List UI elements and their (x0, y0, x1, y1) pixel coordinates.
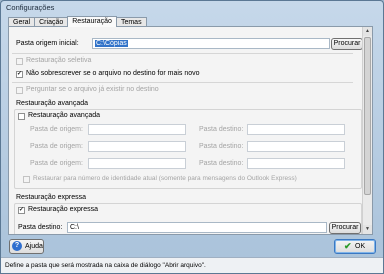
separator (12, 53, 353, 54)
scrollbar-thumb[interactable] (364, 37, 371, 195)
help-button-label: Ajuda (25, 243, 43, 250)
restore-identity-label: Restaurar para número de identidade atua… (33, 175, 297, 182)
advanced-dest-input-1[interactable] (247, 124, 345, 135)
selective-restore-checkbox[interactable] (16, 58, 23, 65)
ask-if-exists-checkbox[interactable] (16, 87, 23, 94)
advanced-origin-label-3: Pasta de origem: (30, 160, 83, 167)
window-title: Configurações (6, 3, 55, 12)
origin-folder-label: Pasta origem inicial: (16, 40, 79, 47)
restore-identity-checkbox[interactable] (23, 176, 30, 183)
express-dest-input[interactable]: C:\ (67, 222, 327, 233)
settings-window: Configurações Geral Criação Restauração … (0, 0, 384, 274)
express-dest-label: Pasta destino: (18, 224, 63, 231)
advanced-origin-input-2[interactable] (88, 141, 186, 152)
checkmark-icon: ✔ (344, 241, 352, 251)
advanced-origin-label-1: Pasta de origem: (30, 126, 83, 133)
no-overwrite-checkbox[interactable] (16, 71, 23, 78)
no-overwrite-label: Não sobrescrever se o arquivo no destino… (26, 70, 200, 77)
restore-panel: Pasta origem inicial: C:\Cópias Procurar… (8, 26, 373, 235)
advanced-restore-label: Restauração avançada (28, 112, 100, 119)
advanced-dest-input-2[interactable] (247, 141, 345, 152)
scroll-up-icon[interactable]: ▲ (363, 27, 372, 36)
advanced-origin-input-1[interactable] (88, 124, 186, 135)
question-icon: ? (12, 241, 22, 251)
express-group: Restauração expressa Pasta destino: C:\ … (14, 203, 362, 234)
advanced-restore-checkbox[interactable] (18, 113, 25, 120)
ask-if-exists-label: Perguntar se o arquivo já existir no des… (26, 86, 159, 93)
advanced-group-title: Restauração avançada (16, 100, 88, 107)
advanced-dest-label-1: Pasta destino: (199, 126, 244, 133)
tab-restauracao[interactable]: Restauração (67, 16, 117, 27)
selective-restore-label: Restauração seletiva (26, 57, 92, 64)
ok-button-label: OK (355, 243, 366, 250)
restore-panel-content: Pasta origem inicial: C:\Cópias Procurar… (12, 30, 363, 234)
express-browse-button[interactable]: Procurar (329, 222, 361, 234)
advanced-dest-label-3: Pasta destino: (199, 160, 244, 167)
help-button[interactable]: ? Ajuda (9, 239, 44, 254)
origin-browse-button[interactable]: Procurar (331, 38, 363, 50)
ok-button[interactable]: ✔ OK (334, 239, 376, 254)
vertical-scrollbar[interactable]: ▲ ▼ (362, 27, 372, 234)
scroll-down-icon[interactable]: ▼ (363, 225, 372, 234)
advanced-dest-label-2: Pasta destino: (199, 143, 244, 150)
status-bar: Define a pasta que será mostrada na caix… (1, 257, 383, 273)
origin-folder-input[interactable]: C:\Cópias (92, 38, 330, 49)
express-restore-label: Restauração expressa (28, 206, 99, 213)
express-group-title: Restauração expressa (16, 194, 87, 201)
advanced-group: Restauração avançada Pasta de origem: Pa… (14, 109, 362, 189)
advanced-origin-label-2: Pasta de origem: (30, 143, 83, 150)
advanced-origin-input-3[interactable] (88, 158, 186, 169)
separator (12, 82, 353, 83)
express-restore-checkbox[interactable] (18, 207, 25, 214)
dialog-button-bar: ? Ajuda ✔ OK (1, 235, 383, 257)
advanced-dest-input-3[interactable] (247, 158, 345, 169)
